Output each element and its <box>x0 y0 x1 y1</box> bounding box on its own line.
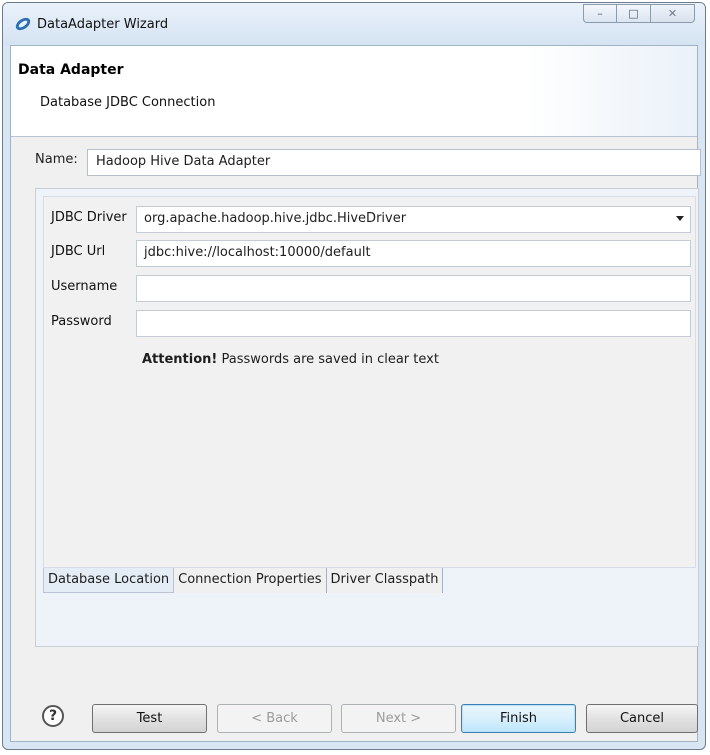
title-bar[interactable]: DataAdapter Wizard – □ ✕ <box>3 3 705 45</box>
database-location-page: JDBC Driver org.apache.hadoop.hive.jdbc.… <box>43 196 696 568</box>
username-label: Username <box>51 279 118 294</box>
attention-text: Passwords are saved in clear text <box>217 352 439 367</box>
password-input[interactable] <box>136 310 691 337</box>
chevron-down-icon[interactable] <box>676 216 684 221</box>
wizard-header: Data Adapter Database JDBC Connection <box>11 46 697 137</box>
next-button[interactable]: Next > <box>341 704 456 733</box>
jdbc-driver-select[interactable]: org.apache.hadoop.hive.jdbc.HiveDriver <box>136 206 691 233</box>
test-button[interactable]: Test <box>92 704 207 733</box>
maximize-button[interactable]: □ <box>617 4 651 23</box>
jdbc-driver-value: org.apache.hadoop.hive.jdbc.HiveDriver <box>144 211 407 226</box>
help-icon[interactable]: ? <box>42 705 64 727</box>
page-title: Data Adapter <box>18 62 124 78</box>
username-input[interactable] <box>136 275 691 302</box>
jdbc-url-label: JDBC Url <box>51 244 106 259</box>
password-warning: Attention! Passwords are saved in clear … <box>142 352 439 367</box>
attention-label: Attention! <box>142 352 218 367</box>
tab-connection-properties[interactable]: Connection Properties <box>174 568 327 593</box>
close-button[interactable]: ✕ <box>651 4 695 23</box>
finish-button[interactable]: Finish <box>461 704 576 733</box>
minimize-icon: – <box>597 7 603 20</box>
name-label: Name: <box>35 152 78 167</box>
app-logo-icon <box>15 17 31 31</box>
cancel-button[interactable]: Cancel <box>586 704 698 733</box>
tab-bar: Database Location Connection Properties … <box>43 568 444 593</box>
dialog-body: Data Adapter Database JDBC Connection Na… <box>10 45 701 742</box>
back-button[interactable]: < Back <box>217 704 332 733</box>
name-input[interactable]: Hadoop Hive Data Adapter <box>87 149 701 176</box>
jdbc-driver-label: JDBC Driver <box>51 210 127 225</box>
window-controls: – □ ✕ <box>583 4 695 24</box>
tab-panel: JDBC Driver org.apache.hadoop.hive.jdbc.… <box>35 188 699 647</box>
page-subtitle: Database JDBC Connection <box>40 95 216 110</box>
wizard-window: DataAdapter Wizard – □ ✕ Data Adapter Da… <box>2 2 706 750</box>
tab-database-location[interactable]: Database Location <box>43 568 175 593</box>
close-icon: ✕ <box>667 7 678 20</box>
maximize-icon: □ <box>628 7 639 20</box>
tab-driver-classpath[interactable]: Driver Classpath <box>326 568 444 593</box>
window-title: DataAdapter Wizard <box>37 17 169 32</box>
password-label: Password <box>51 314 112 329</box>
jdbc-url-input[interactable]: jdbc:hive://localhost:10000/default <box>136 240 691 267</box>
minimize-button[interactable]: – <box>583 4 617 23</box>
